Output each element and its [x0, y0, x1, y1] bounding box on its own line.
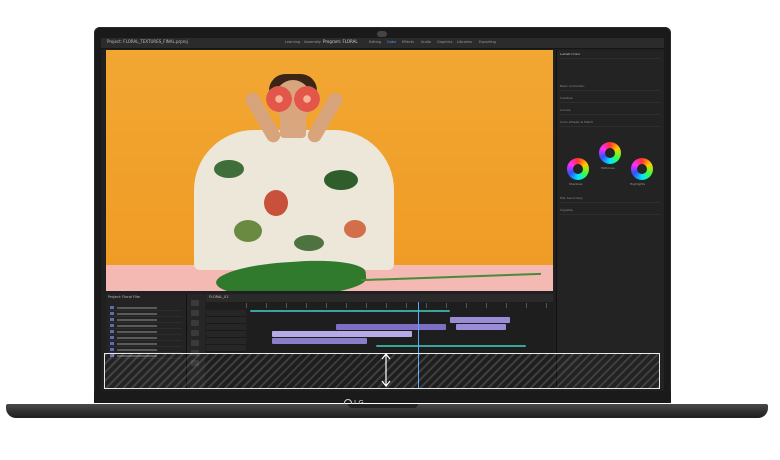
grapefruit-left: [266, 86, 292, 112]
workspace-tab-assembly[interactable]: Assembly: [304, 40, 321, 44]
program-monitor[interactable]: [106, 50, 553, 291]
workspace-tab-libraries[interactable]: Libraries: [457, 40, 472, 44]
track-header[interactable]: [206, 317, 246, 324]
webcam-icon: [377, 31, 387, 37]
workspace-bar: Project: FLORAL_TEXTURES_FINAL.prproj Pr…: [101, 38, 664, 49]
clip[interactable]: [250, 310, 450, 312]
panel-section-basic[interactable]: Basic Correction: [560, 84, 660, 91]
list-item[interactable]: [108, 306, 182, 311]
track-header[interactable]: [206, 310, 246, 317]
clip[interactable]: [450, 317, 510, 323]
panel-section-wheels[interactable]: Color Wheels & Match: [560, 120, 660, 127]
color-wheel-midtones[interactable]: [599, 142, 621, 164]
vertical-resize-arrow-icon: [381, 353, 391, 387]
project-title: Project: FLORAL_TEXTURES_FINAL.prproj: [107, 39, 188, 44]
razor-tool-icon[interactable]: [191, 330, 199, 336]
panel-section-vignette[interactable]: Vignette: [560, 208, 660, 215]
ripple-edit-tool-icon[interactable]: [191, 320, 199, 326]
color-wheel-highlights[interactable]: [631, 158, 653, 180]
wheel-label-shadows: Shadows: [569, 182, 583, 186]
screen: Project: FLORAL_TEXTURES_FINAL.prproj Pr…: [101, 38, 664, 400]
program-label: Program: FLORAL: [323, 39, 358, 44]
list-item[interactable]: [108, 342, 182, 347]
list-item[interactable]: [108, 318, 182, 323]
clip[interactable]: [336, 324, 446, 330]
panel-section-creative[interactable]: Creative: [560, 96, 660, 103]
workspace-tab-effects[interactable]: Effects: [402, 40, 414, 44]
timeline-header: FLORAL_01: [206, 294, 553, 302]
wheel-label-highlights: Highlights: [630, 182, 646, 186]
clip[interactable]: [456, 324, 506, 330]
sequence-tab[interactable]: FLORAL_01: [209, 295, 228, 299]
lid-notch: [348, 404, 418, 408]
workspace-tab-editing[interactable]: Editing: [369, 40, 381, 44]
slip-tool-icon[interactable]: [191, 340, 199, 346]
time-ruler[interactable]: [246, 303, 551, 308]
grapefruit-right: [294, 86, 320, 112]
clip[interactable]: [376, 345, 526, 347]
track-header[interactable]: [206, 324, 246, 331]
color-wheel-shadows[interactable]: [567, 158, 589, 180]
selection-tool-icon[interactable]: [191, 300, 199, 306]
list-item[interactable]: [108, 330, 182, 335]
track-select-tool-icon[interactable]: [191, 310, 199, 316]
project-panel-title: Project: Floral Film: [108, 295, 141, 299]
lumetri-color-panel: Lumetri Color Basic Correction Creative …: [556, 50, 664, 388]
workspace-tab-learning[interactable]: Learning: [285, 40, 300, 44]
track-header[interactable]: [206, 345, 246, 352]
panel-section-curves[interactable]: Curves: [560, 108, 660, 115]
floral-shirt: [194, 130, 394, 270]
workspace-tab-audio[interactable]: Audio: [421, 40, 431, 44]
track-header[interactable]: [206, 331, 246, 338]
workspace-tab-color[interactable]: Color: [387, 40, 396, 44]
workspace-tab-exporting[interactable]: Exporting: [479, 40, 496, 44]
panel-title: Lumetri Color: [560, 52, 660, 59]
list-item[interactable]: [108, 312, 182, 317]
list-item[interactable]: [108, 336, 182, 341]
panel-section-hsl[interactable]: HSL Secondary: [560, 196, 660, 203]
clip[interactable]: [272, 338, 367, 344]
bottom-bezel: [94, 391, 671, 403]
workspace-tab-graphics[interactable]: Graphics: [437, 40, 452, 44]
clip[interactable]: [272, 331, 412, 337]
wheel-label-midtones: Midtones: [601, 166, 615, 170]
list-item[interactable]: [108, 324, 182, 329]
track-header[interactable]: [206, 338, 246, 345]
